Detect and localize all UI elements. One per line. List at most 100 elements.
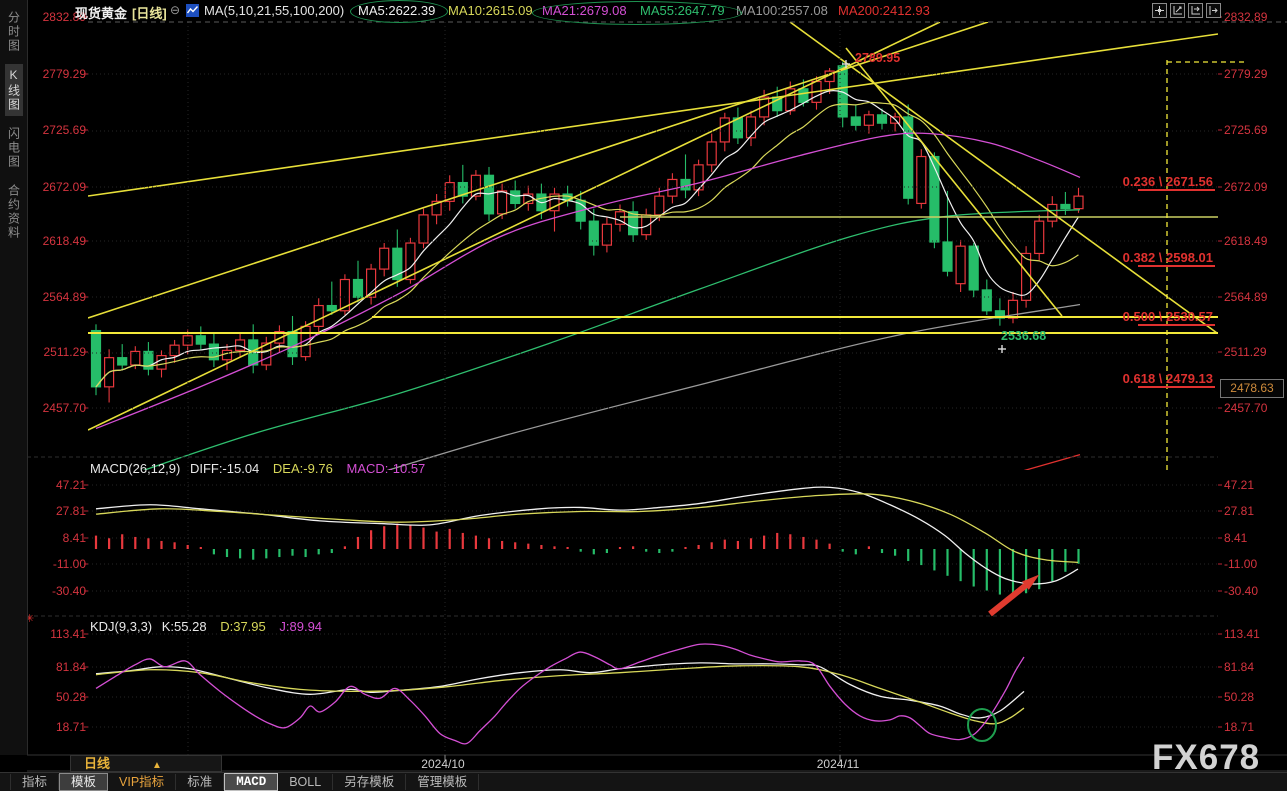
dea-line xyxy=(96,494,1078,563)
kdj-panel[interactable] xyxy=(96,644,1024,744)
sidebar-item-contract-info[interactable]: 合约资料 xyxy=(5,180,23,244)
trendline[interactable] xyxy=(846,48,1062,316)
axis-label: 27.81 xyxy=(31,504,86,518)
axis-label: 2672.09 xyxy=(1224,180,1267,194)
axis-zoom-icon[interactable] xyxy=(1170,3,1185,18)
trendline[interactable] xyxy=(88,22,988,318)
candle xyxy=(589,221,598,245)
sidebar-item-lightning-chart[interactable]: 闪电图 xyxy=(5,123,23,173)
chevron-up-icon: ▲ xyxy=(152,760,162,771)
candle xyxy=(485,175,494,214)
exit-fullscreen-icon[interactable] xyxy=(1206,3,1221,18)
axis-label: -30.40 xyxy=(31,584,86,598)
axis-label: 50.28 xyxy=(31,690,86,704)
candle xyxy=(314,306,323,327)
date-label-nov: 2024/11 xyxy=(817,757,860,771)
axis-label: 2511.29 xyxy=(31,345,86,359)
crosshair-icon[interactable] xyxy=(1152,3,1167,18)
chart-type-icon[interactable] xyxy=(186,4,199,17)
macd-title: MACD(26,12,9) xyxy=(90,461,180,476)
low-price-label: 2536.68 xyxy=(1001,329,1046,343)
candle xyxy=(943,242,952,271)
candle xyxy=(327,306,336,311)
candle xyxy=(1022,253,1031,300)
axis-label: 113.41 xyxy=(1224,627,1260,641)
candle xyxy=(629,212,638,235)
candle xyxy=(969,246,978,290)
axis-label: 2618.49 xyxy=(31,234,86,248)
tab-indicators[interactable]: 指标 xyxy=(10,774,59,790)
axis-label: 113.41 xyxy=(31,627,86,641)
axis-label: 2618.49 xyxy=(1224,234,1267,248)
candle xyxy=(1074,196,1083,209)
kdj-k-value: K:55.28 xyxy=(162,619,207,634)
axis-label: 2564.89 xyxy=(1224,290,1267,304)
axis-label: 47.21 xyxy=(1224,478,1254,492)
candle xyxy=(917,157,926,204)
tab-vip-indicators[interactable]: VIP指标 xyxy=(108,774,176,790)
candle xyxy=(602,224,611,245)
price-chart-canvas[interactable] xyxy=(0,0,1287,790)
tab-templates[interactable]: 模板 xyxy=(59,773,108,791)
axis-label: 47.21 xyxy=(31,478,86,492)
candle xyxy=(707,142,716,165)
j-line xyxy=(96,644,1024,744)
period-tag: [日线] xyxy=(132,3,167,22)
chart-header: 现货黄金 [日线] ⊖ MA(5,10,21,55,100,200) MA5:2… xyxy=(0,0,1287,22)
sidebar-item-kline-chart[interactable]: K线图 xyxy=(5,64,23,116)
price-panel[interactable] xyxy=(88,22,1218,560)
axis-label: 2725.69 xyxy=(31,123,86,137)
candle xyxy=(498,191,507,214)
candle xyxy=(747,117,756,138)
trendline[interactable] xyxy=(88,22,940,430)
candle xyxy=(851,117,860,125)
axis-label: -11.00 xyxy=(31,557,86,571)
arrow-annotation[interactable] xyxy=(990,582,1030,614)
kdj-d-value: D:37.95 xyxy=(220,619,266,634)
candle xyxy=(236,340,245,350)
axis-pan-icon[interactable] xyxy=(1188,3,1203,18)
candle xyxy=(982,290,991,311)
candle xyxy=(655,196,664,215)
tab-macd[interactable]: MACD xyxy=(224,773,278,791)
fib-level-0236: 0.236 \ 2671.56 xyxy=(1123,174,1213,189)
ma100-value: MA100:2557.08 xyxy=(736,3,828,18)
candle xyxy=(878,115,887,123)
period-label: 日线 xyxy=(84,756,110,771)
axis-label: 27.81 xyxy=(1224,504,1254,518)
trendline[interactable] xyxy=(88,34,1218,196)
candle xyxy=(956,246,965,284)
tab-boll[interactable]: BOLL xyxy=(278,774,333,790)
axis-label: 81.84 xyxy=(31,660,86,674)
tab-manage-templates[interactable]: 管理模板 xyxy=(406,774,479,790)
tab-standard[interactable]: 标准 xyxy=(176,774,224,790)
axis-label: 8.41 xyxy=(31,531,86,545)
symbol-name: 现货黄金 xyxy=(75,3,127,22)
peak-price-label: 2789.95 xyxy=(855,51,900,65)
axis-label: -11.00 xyxy=(1224,557,1257,571)
collapse-icon[interactable]: ⊖ xyxy=(170,3,180,17)
axis-label: 8.41 xyxy=(1224,531,1247,545)
macd-diff-value: DIFF:-15.04 xyxy=(190,461,259,476)
date-label-oct: 2024/10 xyxy=(421,757,464,771)
candle xyxy=(92,331,101,387)
bottom-toolbar: 指标 模板 VIP指标 标准 MACD BOLL 另存模板 管理模板 xyxy=(0,772,1287,791)
candle xyxy=(196,336,205,344)
fib-level-0500: 0.500 \ 2530.57 xyxy=(1123,309,1213,324)
candle xyxy=(1061,204,1070,208)
sidebar: 分时图 K线图 闪电图 合约资料 xyxy=(0,0,28,755)
period-dropdown-button[interactable]: 日线 ▲ xyxy=(70,755,222,772)
candle xyxy=(170,345,179,355)
macd-panel[interactable] xyxy=(96,487,1079,596)
candle xyxy=(157,356,166,370)
ma200-value: MA200:2412.93 xyxy=(838,3,930,18)
diff-line xyxy=(96,487,1078,584)
tab-save-template[interactable]: 另存模板 xyxy=(333,774,406,790)
candle xyxy=(799,89,808,103)
axis-label: 18.71 xyxy=(1224,720,1254,734)
axis-label: 2672.09 xyxy=(31,180,86,194)
sidebar-item-time-chart[interactable]: 分时图 xyxy=(5,7,23,57)
fib-axis-price-box: 2478.63 xyxy=(1220,379,1284,398)
candle xyxy=(930,157,939,242)
circle-annotation[interactable] xyxy=(968,709,996,741)
